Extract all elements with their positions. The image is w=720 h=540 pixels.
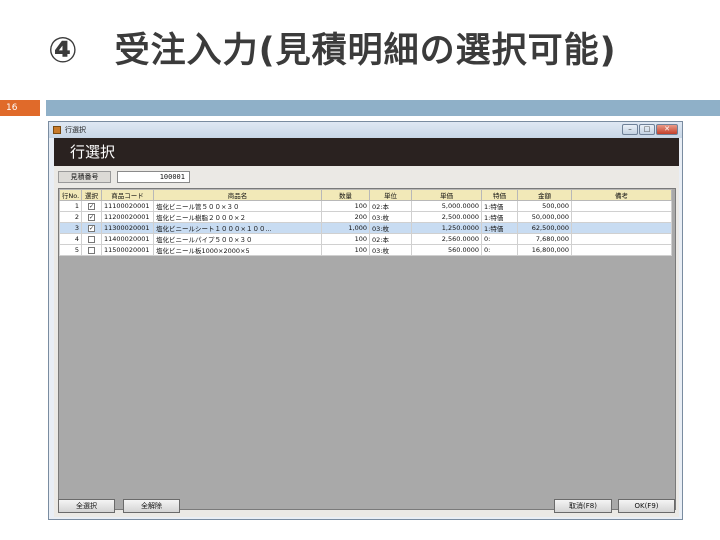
window-titlebar[interactable]: 行選択 – □ ✕: [49, 122, 682, 138]
row-select-window: 行選択 – □ ✕ 行選択 見積番号 100001 行No. 選択 商品コード 商品名…: [48, 121, 683, 520]
table-row[interactable]: 2 ✓ 11200020001 塩化ビニール樹脂２０００×２ 200 03:枚 2,500.…: [59, 211, 672, 223]
table-header-row: 行No. 選択 商品コード 商品名 数量 単位 単価 特価 金額 備考: [59, 189, 672, 201]
app-icon: [53, 126, 61, 134]
close-button[interactable]: ✕: [656, 124, 678, 135]
cell-unit-price[interactable]: 5,000.0000: [411, 200, 482, 212]
column-header-unit-price: 単価: [411, 189, 482, 201]
select-all-button[interactable]: 全選択: [58, 499, 115, 513]
column-header-amount: 金額: [517, 189, 572, 201]
cell-select[interactable]: [81, 233, 102, 245]
cell-amount[interactable]: 16,800,000: [517, 244, 572, 256]
cell-row-no[interactable]: 4: [59, 233, 82, 245]
cell-special-price[interactable]: 0:: [481, 233, 518, 245]
cell-note[interactable]: [571, 222, 672, 234]
cell-amount[interactable]: 7,680,000: [517, 233, 572, 245]
column-header-row-no: 行No.: [59, 189, 82, 201]
column-header-product-name: 商品名: [153, 189, 322, 201]
cell-special-price[interactable]: 1:特価: [481, 222, 518, 234]
cell-note[interactable]: [571, 211, 672, 223]
column-header-unit: 単位: [369, 189, 412, 201]
cell-product-code[interactable]: 11500020001: [101, 244, 154, 256]
select-checkbox[interactable]: ✓: [88, 224, 95, 232]
cell-unit[interactable]: 03:枚: [369, 222, 412, 234]
cell-amount[interactable]: 50,000,000: [517, 211, 572, 223]
window-controls: – □ ✕: [622, 124, 678, 135]
cell-product-name[interactable]: 塩化ビニール板1000×2000×5: [153, 244, 322, 256]
cell-special-price[interactable]: 1:特価: [481, 200, 518, 212]
cell-product-code[interactable]: 11300020001: [101, 222, 154, 234]
detail-table: 行No. 選択 商品コード 商品名 数量 単位 単価 特価 金額 備考 1 ✓ 11100020001…: [59, 189, 672, 256]
cell-note[interactable]: [571, 200, 672, 212]
cell-special-price[interactable]: 1:特価: [481, 211, 518, 223]
cell-product-name[interactable]: 塩化ビニール樹脂２０００×２: [153, 211, 322, 223]
select-checkbox[interactable]: ✓: [88, 202, 95, 210]
cell-row-no[interactable]: 1: [59, 200, 82, 212]
estimate-number-field[interactable]: 100001: [117, 171, 190, 183]
cell-quantity[interactable]: 1,000: [321, 222, 370, 234]
table-row[interactable]: 5 11500020001 塩化ビニール板1000×2000×5 100 03:枚 560…: [59, 244, 672, 256]
column-header-product-code: 商品コード: [101, 189, 154, 201]
cell-amount[interactable]: 62,500,000: [517, 222, 572, 234]
cell-unit[interactable]: 02:本: [369, 200, 412, 212]
cell-row-no[interactable]: 2: [59, 211, 82, 223]
minimize-button[interactable]: –: [622, 124, 638, 135]
column-header-special-price: 特価: [481, 189, 518, 201]
cell-amount[interactable]: 500,000: [517, 200, 572, 212]
cell-product-name[interactable]: 塩化ビニール管５００×３０: [153, 200, 322, 212]
cell-select[interactable]: ✓: [81, 211, 102, 223]
cell-select[interactable]: ✓: [81, 200, 102, 212]
select-checkbox[interactable]: [88, 235, 95, 243]
cell-special-price[interactable]: 0:: [481, 244, 518, 256]
slide-title: ④ 受注入力(見積明細の選択可能): [48, 31, 617, 71]
cell-quantity[interactable]: 100: [321, 233, 370, 245]
estimate-number-label: 見積番号: [58, 171, 111, 183]
cell-unit[interactable]: 02:本: [369, 233, 412, 245]
detail-grid: 行No. 選択 商品コード 商品名 数量 単位 単価 特価 金額 備考 1 ✓ 11100020001…: [58, 188, 676, 510]
window-title: 行選択: [65, 126, 86, 134]
cell-product-code[interactable]: 11100020001: [101, 200, 154, 212]
cell-row-no[interactable]: 5: [59, 244, 82, 256]
cell-note[interactable]: [571, 244, 672, 256]
ok-button[interactable]: OK(F9): [618, 499, 675, 513]
select-checkbox[interactable]: ✓: [88, 213, 95, 221]
cell-product-code[interactable]: 11400020001: [101, 233, 154, 245]
cell-unit[interactable]: 03:枚: [369, 211, 412, 223]
page-number: 16: [0, 100, 40, 116]
cell-note[interactable]: [571, 233, 672, 245]
cell-product-name[interactable]: 塩化ビニールシート１０００×１００...: [153, 222, 322, 234]
column-header-select: 選択: [81, 189, 102, 201]
cancel-button[interactable]: 取消(F8): [554, 499, 612, 513]
cell-row-no[interactable]: 3: [59, 222, 82, 234]
select-checkbox[interactable]: [88, 246, 95, 254]
cell-select[interactable]: [81, 244, 102, 256]
table-row[interactable]: 3 ✓ 11300020001 塩化ビニールシート１０００×１００... 1,000 03…: [59, 222, 672, 234]
cell-unit-price[interactable]: 560.0000: [411, 244, 482, 256]
form-header: 行選択: [54, 138, 679, 166]
column-header-quantity: 数量: [321, 189, 370, 201]
column-header-note: 備考: [571, 189, 672, 201]
table-row[interactable]: 4 11400020001 塩化ビニールパイプ５００×３０ 100 02:本 2,560.…: [59, 233, 672, 245]
cell-product-name[interactable]: 塩化ビニールパイプ５００×３０: [153, 233, 322, 245]
table-row[interactable]: 1 ✓ 11100020001 塩化ビニール管５００×３０ 100 02:本 5,000.0…: [59, 200, 672, 212]
cell-unit[interactable]: 03:枚: [369, 244, 412, 256]
cell-unit-price[interactable]: 2,560.0000: [411, 233, 482, 245]
cell-select[interactable]: ✓: [81, 222, 102, 234]
cell-quantity[interactable]: 100: [321, 200, 370, 212]
maximize-button[interactable]: □: [639, 124, 655, 135]
window-client-area: 行選択 見積番号 100001 行No. 選択 商品コード 商品名 数量 単位 単価 特価 金額…: [54, 138, 679, 517]
cell-unit-price[interactable]: 2,500.0000: [411, 211, 482, 223]
cell-quantity[interactable]: 200: [321, 211, 370, 223]
clear-all-button[interactable]: 全解除: [123, 499, 180, 513]
cell-product-code[interactable]: 11200020001: [101, 211, 154, 223]
page-divider-bar: [46, 100, 720, 116]
cell-unit-price[interactable]: 1,250.0000: [411, 222, 482, 234]
cell-quantity[interactable]: 100: [321, 244, 370, 256]
